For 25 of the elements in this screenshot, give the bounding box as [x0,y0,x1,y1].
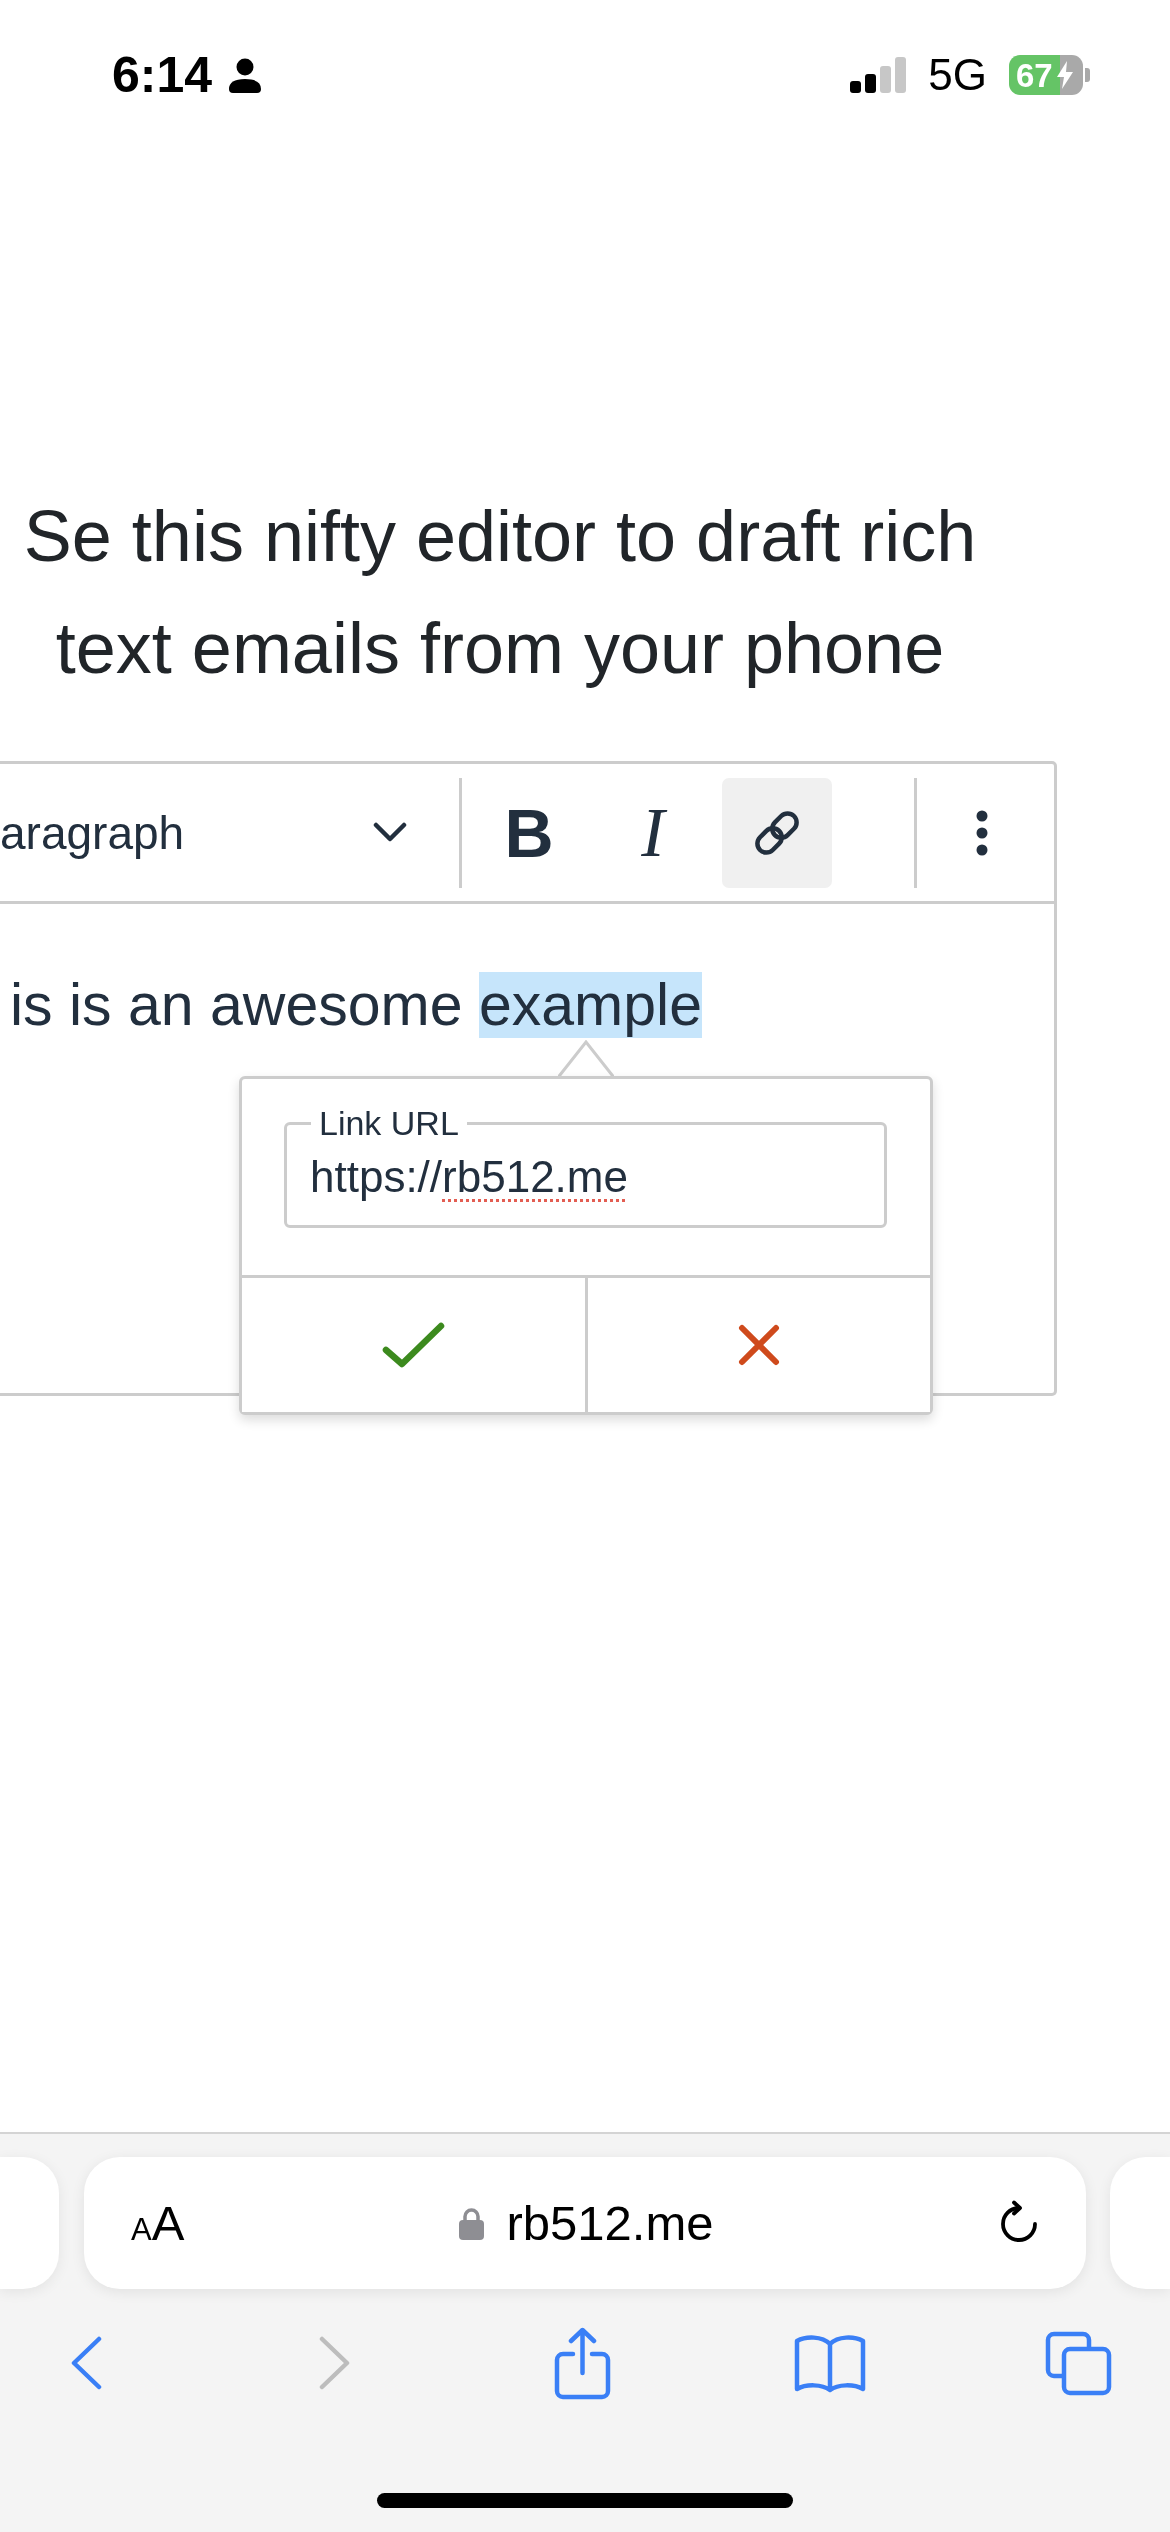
format-dropdown[interactable]: aragraph [0,777,440,888]
person-icon [228,57,263,93]
chevron-down-icon [373,822,407,843]
bold-button[interactable]: B [474,777,584,888]
close-icon [737,1323,780,1366]
chevron-left-icon [70,2336,102,2390]
check-icon [381,1321,445,1368]
field-label: Link URL [318,1103,460,1143]
signal-icon [850,57,908,93]
book-icon [794,2333,866,2393]
network-label: 5G [928,53,987,97]
editor-text: is is an awesome example [9,971,703,1040]
italic-button[interactable]: I [598,777,708,888]
status-time: 6:14 [112,50,213,100]
text-size-button[interactable]: AA [131,2198,185,2248]
link-button[interactable] [722,777,832,888]
more-icon [976,809,988,856]
headline: Se this nifty editor to draft rich text emails from your phone [22,495,978,690]
share-icon [553,2326,611,2400]
chevron-right-icon [318,2336,350,2390]
address-bar[interactable]: AA rb512.me [84,2157,1086,2289]
url-value: https://rb512.me [310,1152,629,1203]
url-text: rb512.me [506,2198,714,2248]
battery-percent: 67 [1016,58,1053,92]
tabs-icon [1044,2330,1112,2396]
